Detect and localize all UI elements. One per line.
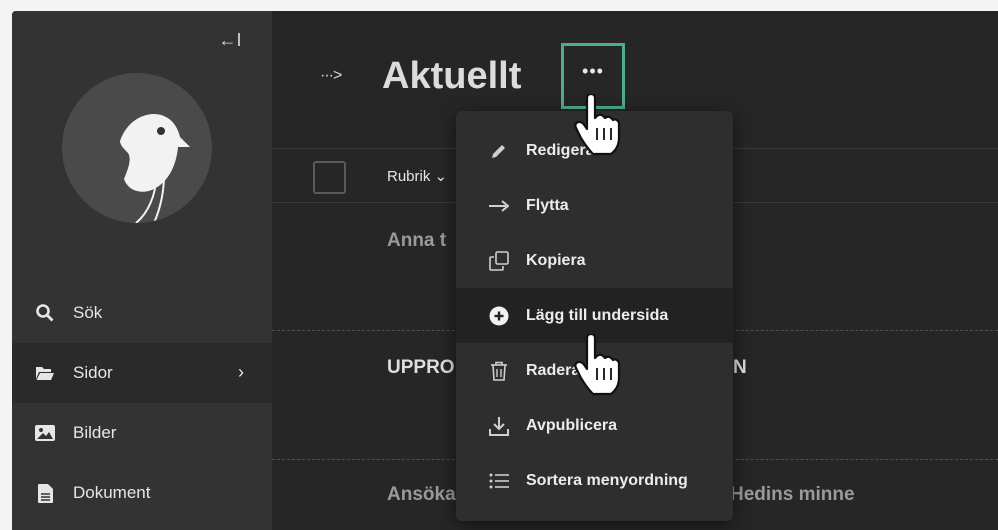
ellipsis-icon: •••: [582, 61, 604, 81]
page-title: Aktuellt: [382, 55, 522, 97]
sidebar-item-pages[interactable]: Sidor ›: [12, 343, 272, 403]
hand-pointer-cursor-icon: [574, 334, 621, 396]
table-row-title-suffix: N: [733, 357, 747, 378]
plus-circle-icon: [488, 305, 510, 327]
page-actions-menu: Redigera Flytta Kopiera Lägg till unders…: [456, 111, 733, 521]
pencil-icon: [488, 140, 510, 162]
bird-logo-icon: [120, 114, 190, 223]
sidebar-item-images[interactable]: Bilder: [12, 403, 272, 463]
sidebar-item-label: Bilder: [73, 423, 117, 442]
table-row-title-suffix: Hedins minne: [730, 484, 855, 505]
copy-icon: [488, 250, 510, 272]
menu-item-unpublish[interactable]: Avpublicera: [456, 398, 733, 453]
chevron-right-icon: ›: [238, 362, 244, 382]
table-row-title[interactable]: Ansöka: [387, 484, 456, 506]
select-all-checkbox[interactable]: [313, 161, 346, 194]
bird-logo: [62, 73, 212, 223]
sidebar: ←I Sök Sidor › Bilder Dokument: [12, 11, 272, 530]
document-icon: [34, 482, 56, 504]
collapse-sidebar-button[interactable]: ←I: [216, 29, 244, 51]
image-icon: [34, 422, 56, 444]
sidebar-nav: Sök Sidor › Bilder Dokument: [12, 283, 272, 523]
expand-right-icon: ···>: [320, 67, 342, 84]
chevron-down-icon: ⌄: [434, 168, 448, 185]
menu-item-sort[interactable]: Sortera menyordning: [456, 453, 733, 508]
sidebar-item-label: Sök: [73, 303, 103, 322]
menu-item-move[interactable]: Flytta: [456, 178, 733, 233]
column-header-rubrik[interactable]: Rubrik ⌄: [387, 167, 447, 185]
search-icon: [34, 302, 56, 324]
collapse-left-icon: ←I: [218, 30, 242, 50]
hand-pointer-cursor-icon: [574, 94, 621, 156]
download-icon: [488, 415, 510, 437]
sidebar-item-label: Sidor: [73, 363, 113, 382]
table-row-title[interactable]: Anna t: [387, 230, 446, 252]
trash-icon: [488, 360, 510, 382]
sidebar-item-label: Dokument: [73, 483, 151, 502]
sidebar-item-search[interactable]: Sök: [12, 283, 272, 343]
arrow-right-icon: [488, 195, 510, 217]
sidebar-item-documents[interactable]: Dokument: [12, 463, 272, 523]
folder-open-icon: [34, 362, 56, 384]
expand-sidebar-button[interactable]: ···>: [320, 67, 342, 85]
app-window: ←I Sök Sidor › Bilder Dokument ···> Aktu…: [12, 11, 998, 530]
table-row-title[interactable]: UPPRO: [387, 357, 455, 379]
menu-item-copy[interactable]: Kopiera: [456, 233, 733, 288]
list-icon: [488, 470, 510, 492]
